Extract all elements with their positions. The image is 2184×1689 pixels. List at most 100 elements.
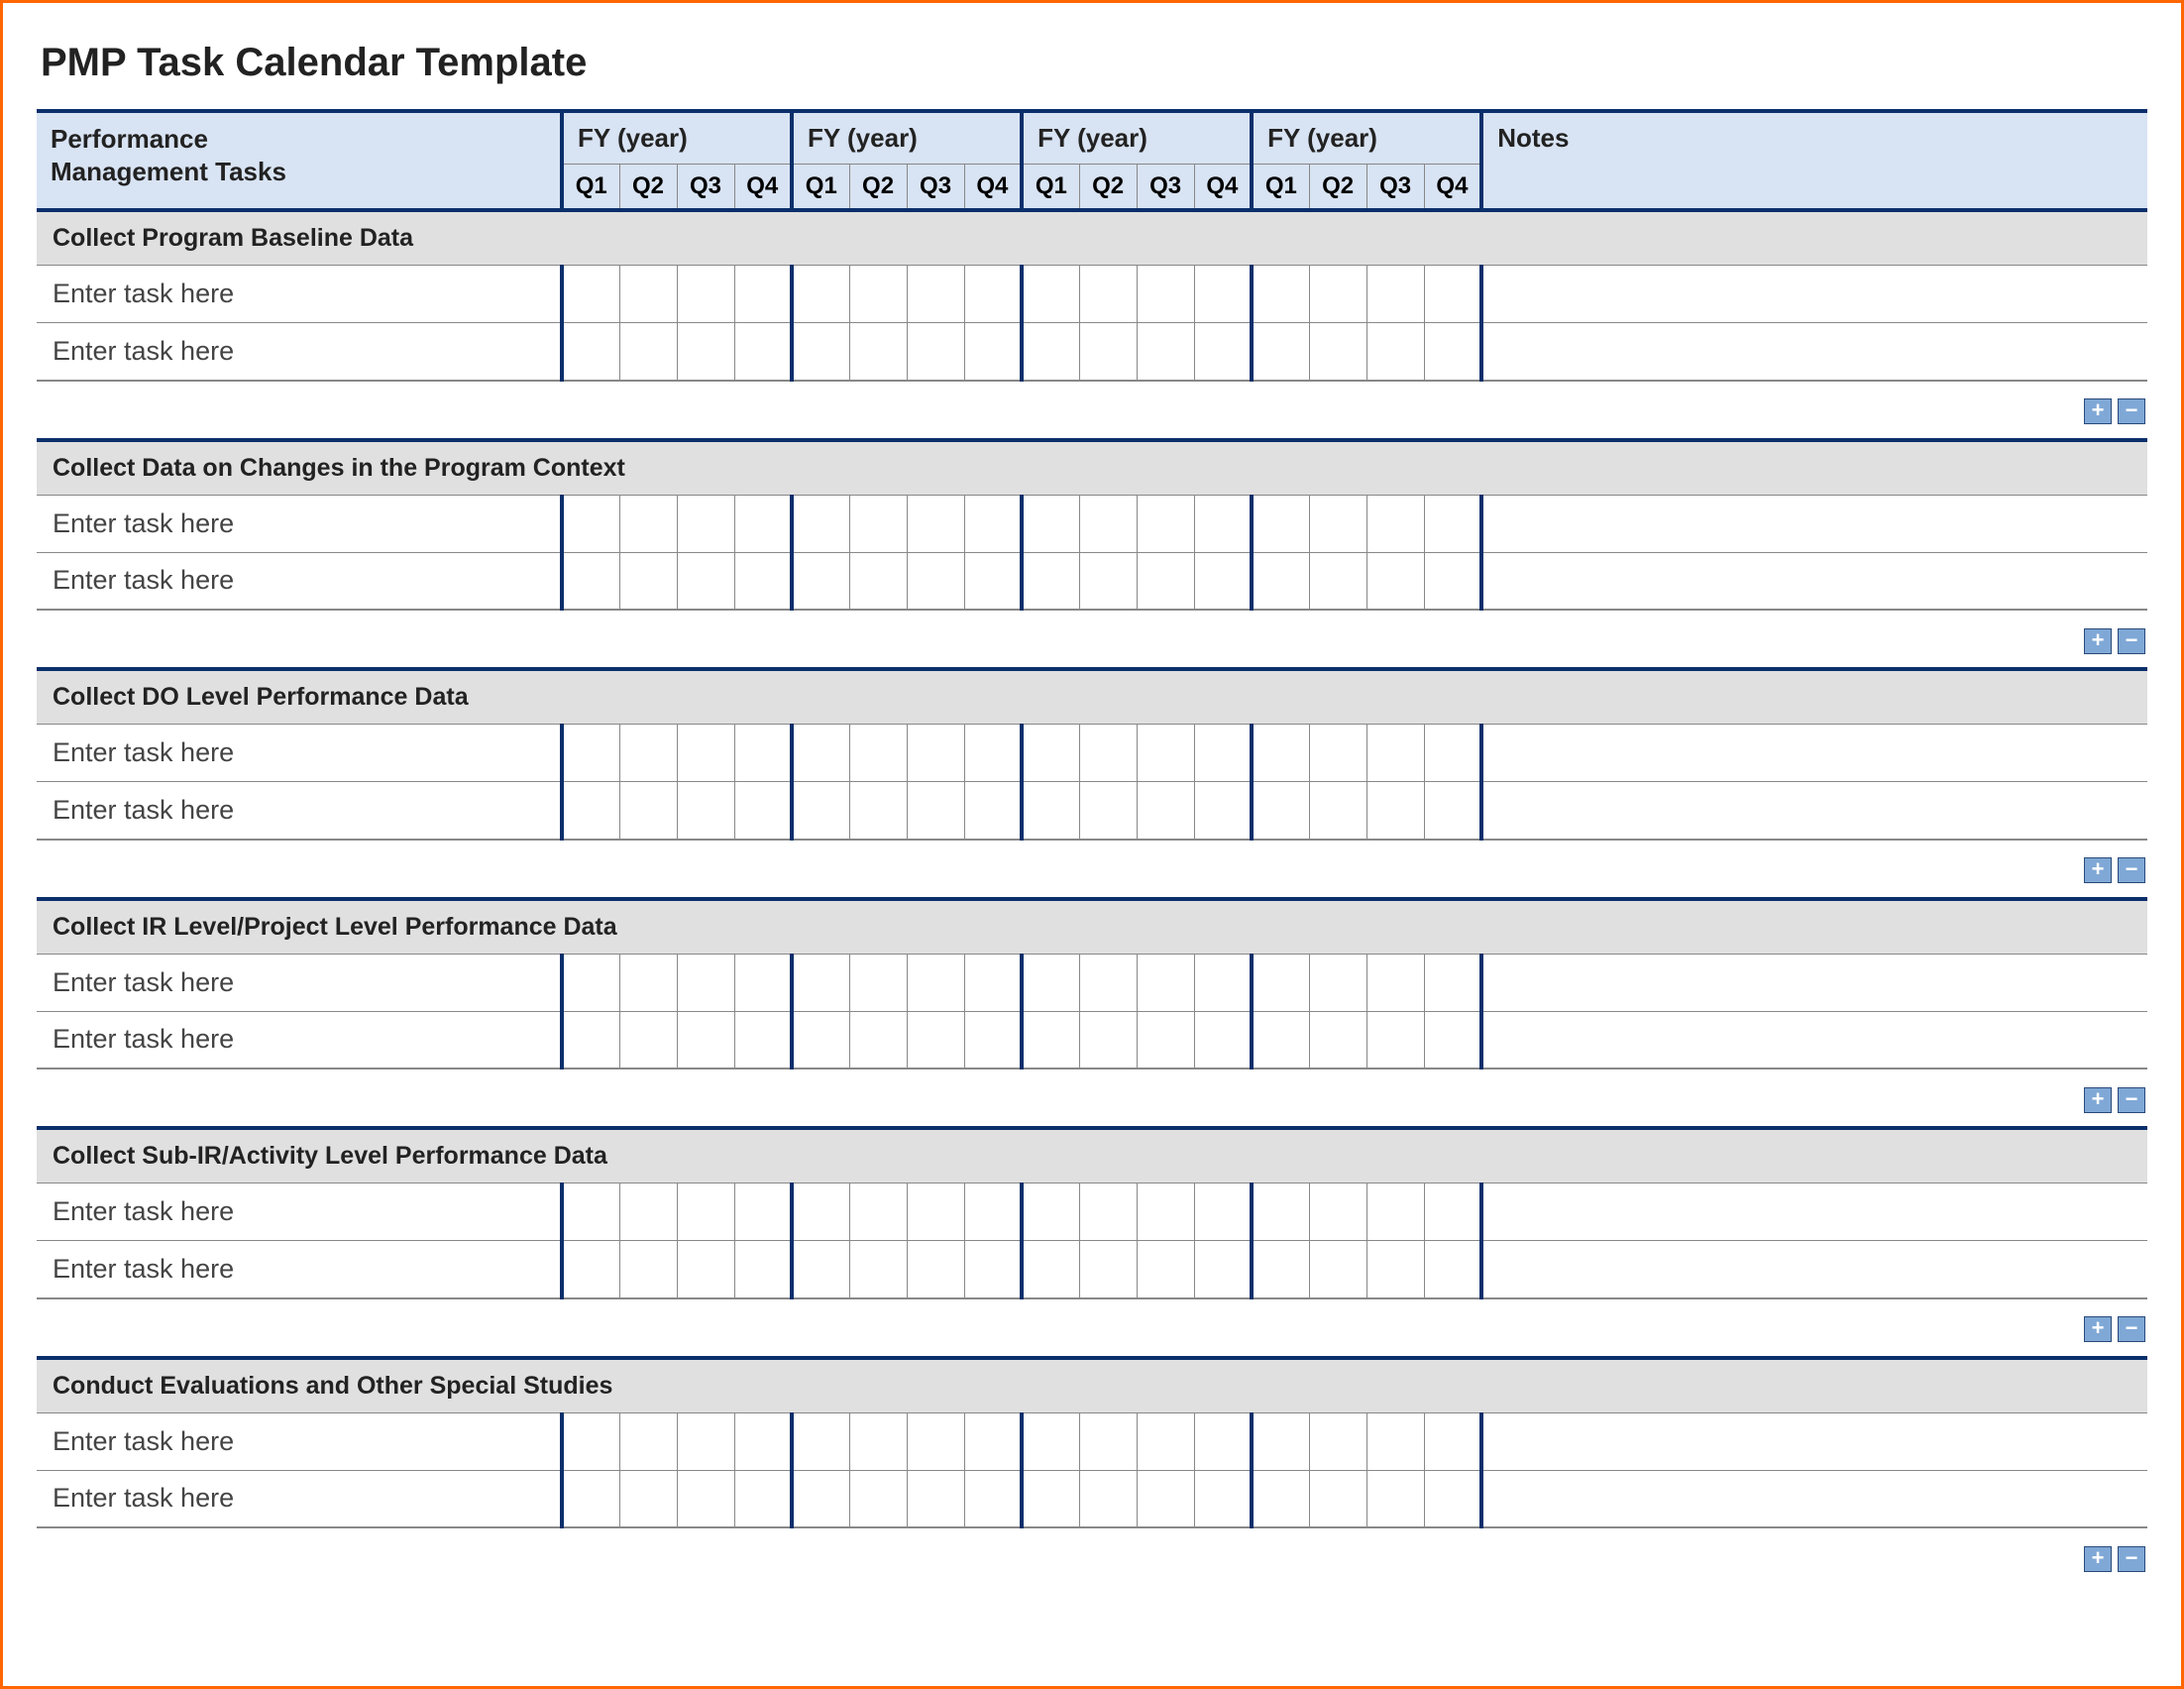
quarter-cell[interactable]: [849, 1011, 907, 1069]
quarter-cell[interactable]: [1309, 495, 1366, 552]
quarter-cell[interactable]: [907, 725, 964, 782]
notes-cell[interactable]: [1481, 1011, 2147, 1069]
quarter-cell[interactable]: [1424, 782, 1481, 840]
quarter-cell[interactable]: [1079, 266, 1137, 323]
notes-cell[interactable]: [1481, 725, 2147, 782]
quarter-cell[interactable]: [1252, 1011, 1309, 1069]
quarter-cell[interactable]: [1079, 552, 1137, 610]
quarter-cell[interactable]: [964, 1241, 1022, 1298]
quarter-cell[interactable]: [1079, 1241, 1137, 1298]
quarter-cell[interactable]: [1079, 782, 1137, 840]
task-input[interactable]: Enter task here: [37, 495, 562, 552]
add-row-button[interactable]: +: [2084, 628, 2112, 654]
quarter-cell[interactable]: [1137, 1412, 1194, 1470]
quarter-cell[interactable]: [1309, 725, 1366, 782]
quarter-cell[interactable]: [1366, 1183, 1424, 1241]
quarter-cell[interactable]: [1079, 1470, 1137, 1527]
quarter-cell[interactable]: [1137, 1011, 1194, 1069]
quarter-cell[interactable]: [1022, 1470, 1079, 1527]
quarter-cell[interactable]: [1194, 1412, 1252, 1470]
add-row-button[interactable]: +: [2084, 1087, 2112, 1113]
quarter-cell[interactable]: [964, 1183, 1022, 1241]
quarter-cell[interactable]: [792, 495, 849, 552]
quarter-cell[interactable]: [1366, 1011, 1424, 1069]
quarter-cell[interactable]: [1194, 266, 1252, 323]
quarter-cell[interactable]: [562, 552, 619, 610]
quarter-cell[interactable]: [1309, 323, 1366, 381]
notes-cell[interactable]: [1481, 495, 2147, 552]
quarter-cell[interactable]: [1252, 266, 1309, 323]
quarter-cell[interactable]: [964, 725, 1022, 782]
quarter-cell[interactable]: [734, 1412, 792, 1470]
notes-cell[interactable]: [1481, 782, 2147, 840]
quarter-cell[interactable]: [907, 552, 964, 610]
notes-cell[interactable]: [1481, 1470, 2147, 1527]
quarter-cell[interactable]: [1366, 323, 1424, 381]
task-input[interactable]: Enter task here: [37, 1011, 562, 1069]
task-input[interactable]: Enter task here: [37, 782, 562, 840]
quarter-cell[interactable]: [907, 495, 964, 552]
quarter-cell[interactable]: [1079, 323, 1137, 381]
task-input[interactable]: Enter task here: [37, 725, 562, 782]
quarter-cell[interactable]: [907, 782, 964, 840]
quarter-cell[interactable]: [964, 266, 1022, 323]
quarter-cell[interactable]: [734, 1183, 792, 1241]
quarter-cell[interactable]: [734, 495, 792, 552]
quarter-cell[interactable]: [562, 1412, 619, 1470]
quarter-cell[interactable]: [677, 1470, 734, 1527]
quarter-cell[interactable]: [619, 1011, 677, 1069]
quarter-cell[interactable]: [1137, 782, 1194, 840]
quarter-cell[interactable]: [907, 1241, 964, 1298]
quarter-cell[interactable]: [849, 323, 907, 381]
quarter-cell[interactable]: [562, 495, 619, 552]
notes-cell[interactable]: [1481, 954, 2147, 1011]
quarter-cell[interactable]: [1309, 266, 1366, 323]
quarter-cell[interactable]: [1252, 552, 1309, 610]
quarter-cell[interactable]: [1194, 1470, 1252, 1527]
quarter-cell[interactable]: [1194, 1183, 1252, 1241]
quarter-cell[interactable]: [907, 266, 964, 323]
quarter-cell[interactable]: [734, 782, 792, 840]
remove-row-button[interactable]: −: [2118, 1546, 2145, 1572]
quarter-cell[interactable]: [1079, 954, 1137, 1011]
quarter-cell[interactable]: [792, 1241, 849, 1298]
quarter-cell[interactable]: [1252, 1241, 1309, 1298]
task-input[interactable]: Enter task here: [37, 1470, 562, 1527]
quarter-cell[interactable]: [677, 1183, 734, 1241]
quarter-cell[interactable]: [1137, 1470, 1194, 1527]
quarter-cell[interactable]: [792, 1183, 849, 1241]
quarter-cell[interactable]: [1424, 552, 1481, 610]
quarter-cell[interactable]: [619, 323, 677, 381]
quarter-cell[interactable]: [792, 725, 849, 782]
quarter-cell[interactable]: [562, 725, 619, 782]
quarter-cell[interactable]: [619, 266, 677, 323]
quarter-cell[interactable]: [734, 1011, 792, 1069]
quarter-cell[interactable]: [907, 1470, 964, 1527]
quarter-cell[interactable]: [964, 552, 1022, 610]
quarter-cell[interactable]: [1424, 495, 1481, 552]
remove-row-button[interactable]: −: [2118, 1087, 2145, 1113]
quarter-cell[interactable]: [964, 1412, 1022, 1470]
quarter-cell[interactable]: [1309, 1241, 1366, 1298]
quarter-cell[interactable]: [562, 1241, 619, 1298]
notes-cell[interactable]: [1481, 1183, 2147, 1241]
quarter-cell[interactable]: [1022, 1011, 1079, 1069]
notes-cell[interactable]: [1481, 266, 2147, 323]
quarter-cell[interactable]: [792, 782, 849, 840]
quarter-cell[interactable]: [734, 954, 792, 1011]
quarter-cell[interactable]: [1309, 552, 1366, 610]
remove-row-button[interactable]: −: [2118, 1316, 2145, 1342]
quarter-cell[interactable]: [1366, 495, 1424, 552]
quarter-cell[interactable]: [792, 1412, 849, 1470]
add-row-button[interactable]: +: [2084, 398, 2112, 424]
quarter-cell[interactable]: [849, 954, 907, 1011]
quarter-cell[interactable]: [1366, 725, 1424, 782]
quarter-cell[interactable]: [1366, 1241, 1424, 1298]
quarter-cell[interactable]: [1022, 552, 1079, 610]
quarter-cell[interactable]: [1424, 1470, 1481, 1527]
quarter-cell[interactable]: [1309, 1470, 1366, 1527]
task-input[interactable]: Enter task here: [37, 323, 562, 381]
quarter-cell[interactable]: [1424, 725, 1481, 782]
quarter-cell[interactable]: [1137, 725, 1194, 782]
quarter-cell[interactable]: [1022, 495, 1079, 552]
